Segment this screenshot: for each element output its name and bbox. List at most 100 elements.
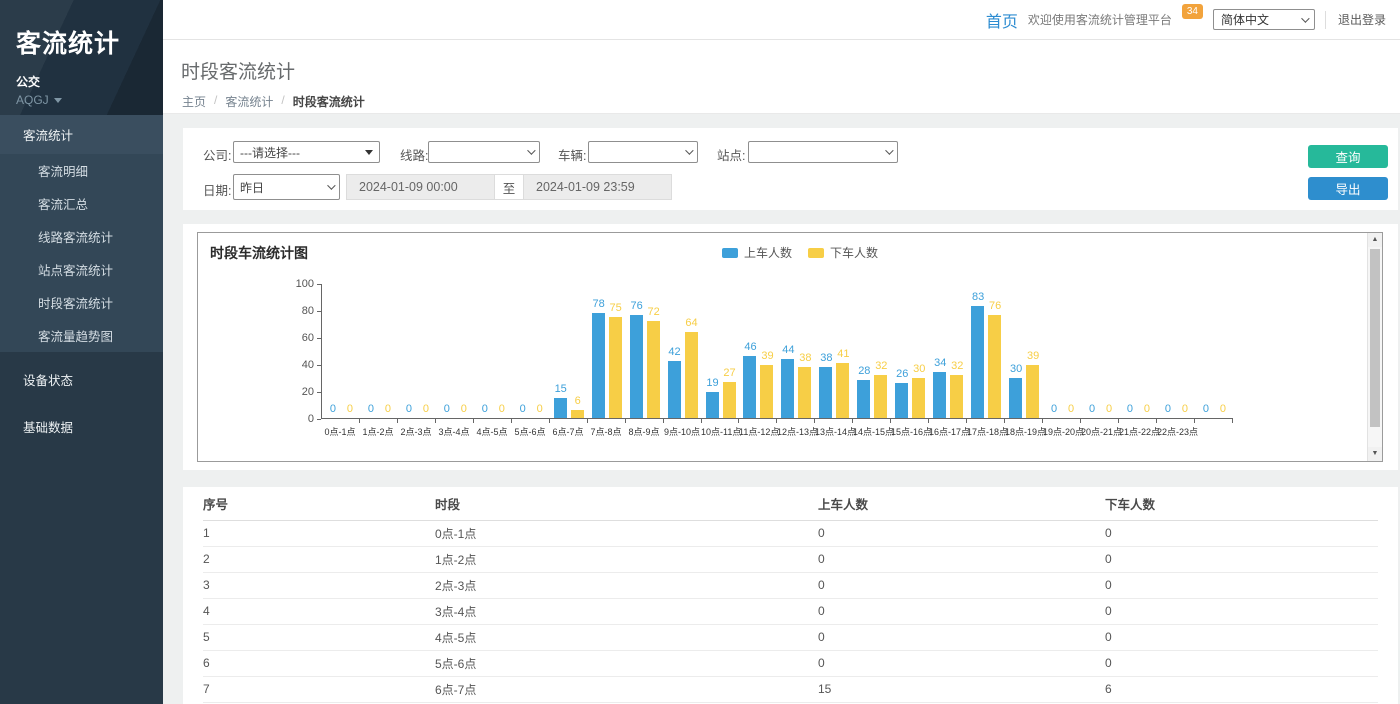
chart-container: 时段车流统计图 上车人数下车人数 02040608010000000000000… — [197, 232, 1383, 462]
bar[interactable] — [798, 367, 811, 418]
bar-column: 0 — [364, 284, 377, 418]
sidebar-parent-item[interactable]: 客流统计 — [0, 115, 163, 154]
sidebar-sub-item[interactable]: 客流汇总 — [0, 187, 163, 220]
bar[interactable] — [647, 321, 660, 418]
scroll-up-icon[interactable]: ▲ — [1368, 233, 1382, 247]
date-from-input[interactable]: 2024-01-09 00:00 — [346, 174, 495, 200]
bar-column: 64 — [685, 284, 698, 418]
table-cell: 5 — [203, 624, 435, 650]
table-header-cell: 上车人数 — [818, 487, 1105, 520]
vertical-scrollbar[interactable]: ▲ ▼ — [1367, 233, 1382, 461]
bar-group: 4264 — [664, 284, 702, 418]
bar[interactable] — [1009, 378, 1022, 419]
table-row: 21点-2点00 — [203, 546, 1378, 572]
sidebar-sub-item[interactable]: 站点客流统计 — [0, 253, 163, 286]
bar[interactable] — [857, 380, 870, 418]
table-cell: 2 — [203, 546, 435, 572]
sidebar-sub-item[interactable]: 客流明细 — [0, 154, 163, 187]
logout-link[interactable]: 退出登录 — [1325, 11, 1386, 29]
table-cell: 0 — [1105, 624, 1378, 650]
bar[interactable] — [874, 375, 887, 418]
x-axis-label: 8点-9点 — [625, 425, 663, 438]
table-row: 65点-6点00 — [203, 650, 1378, 676]
sidebar-sub-item[interactable]: 时段客流统计 — [0, 286, 163, 319]
sidebar-sub-item[interactable]: 线路客流统计 — [0, 220, 163, 253]
x-axis-label: 12点-13点 — [777, 425, 815, 438]
x-axis-label: 21点-22点 — [1119, 425, 1157, 438]
table-row: 32点-3点00 — [203, 572, 1378, 598]
vehicle-select[interactable] — [588, 141, 698, 163]
sidebar-parent-item[interactable]: 设备状态 — [0, 360, 163, 399]
bar[interactable] — [950, 375, 963, 418]
company-select[interactable]: ---请选择--- — [233, 141, 380, 163]
date-range-separator: 至 — [495, 174, 523, 200]
bar[interactable] — [933, 372, 946, 418]
bar[interactable] — [685, 332, 698, 418]
bar[interactable] — [723, 382, 736, 418]
table-cell: 6 — [203, 650, 435, 676]
table-cell: 3点-4点 — [435, 598, 818, 624]
breadcrumb-item[interactable]: 客流统计 — [225, 93, 273, 110]
language-select[interactable]: 简体中文 — [1213, 9, 1315, 30]
scrollbar-thumb[interactable] — [1370, 249, 1380, 427]
org-name: 公交 — [16, 73, 163, 90]
org-code-dropdown[interactable]: AQGJ — [16, 93, 163, 107]
bar-group: 00 — [1157, 284, 1195, 418]
home-link[interactable]: 首页 — [986, 8, 1018, 32]
x-axis-label: 9点-10点 — [663, 425, 701, 438]
x-axis-label: 11点-12点 — [739, 425, 777, 438]
bar-column: 76 — [630, 284, 643, 418]
sidebar-header: 客流统计 公交 AQGJ — [0, 0, 163, 115]
bar[interactable] — [743, 356, 756, 418]
bar-group: 00 — [474, 284, 512, 418]
station-select[interactable] — [748, 141, 898, 163]
line-select[interactable] — [428, 141, 540, 163]
bar-column: 26 — [895, 284, 908, 418]
sidebar-sub-item[interactable]: 客流量趋势图 — [0, 319, 163, 352]
bar-group: 00 — [1119, 284, 1157, 418]
bar[interactable] — [592, 313, 605, 418]
table-cell: 1点-2点 — [435, 546, 818, 572]
bar-value-label: 0 — [1206, 403, 1240, 415]
table-cell: 6点-7点 — [435, 676, 818, 702]
bar[interactable] — [571, 410, 584, 418]
company-select-value: ---请选择--- — [240, 144, 300, 161]
bar[interactable] — [609, 317, 622, 418]
sidebar-parent-item[interactable]: 基础数据 — [0, 407, 163, 446]
bar-column: 42 — [668, 284, 681, 418]
query-button[interactable]: 查询 — [1308, 145, 1388, 168]
scroll-down-icon[interactable]: ▼ — [1368, 447, 1382, 461]
bar-column: 30 — [912, 284, 925, 418]
bar[interactable] — [781, 359, 794, 418]
bar[interactable] — [819, 367, 832, 418]
y-axis-label: 60 — [284, 332, 314, 344]
bar-column: 0 — [1216, 284, 1229, 418]
bar[interactable] — [630, 315, 643, 418]
chevron-down-icon — [54, 98, 62, 103]
table-cell: 0 — [818, 598, 1105, 624]
bar-column: 0 — [440, 284, 453, 418]
x-axis-label: 13点-14点 — [815, 425, 853, 438]
bar[interactable] — [912, 378, 925, 419]
org-code-label: AQGJ — [16, 93, 49, 107]
notification-badge[interactable]: 34 — [1182, 4, 1203, 19]
bar[interactable] — [895, 383, 908, 418]
bar-column: 0 — [1178, 284, 1191, 418]
sidebar: 客流统计 公交 AQGJ 客流统计客流明细客流汇总线路客流统计站点客流统计时段客… — [0, 0, 163, 704]
bar[interactable] — [971, 306, 984, 418]
table-cell: 0 — [818, 572, 1105, 598]
date-to-input[interactable]: 2024-01-09 23:59 — [523, 174, 672, 200]
bar[interactable] — [706, 392, 719, 418]
table-cell: 2点-3点 — [435, 572, 818, 598]
export-button[interactable]: 导出 — [1308, 177, 1388, 200]
bar[interactable] — [760, 365, 773, 418]
bar-column: 34 — [933, 284, 946, 418]
bar-group: 3039 — [1005, 284, 1043, 418]
table-cell: 6 — [1105, 676, 1378, 702]
date-preset-select[interactable]: 昨日 — [233, 174, 340, 200]
breadcrumb-item[interactable]: 主页 — [182, 93, 206, 110]
x-axis-label: 6点-7点 — [549, 425, 587, 438]
bar[interactable] — [668, 361, 681, 418]
table-cell: 0 — [1105, 598, 1378, 624]
sidebar-menu-section: 客流统计客流明细客流汇总线路客流统计站点客流统计时段客流统计客流量趋势图 — [0, 115, 163, 352]
